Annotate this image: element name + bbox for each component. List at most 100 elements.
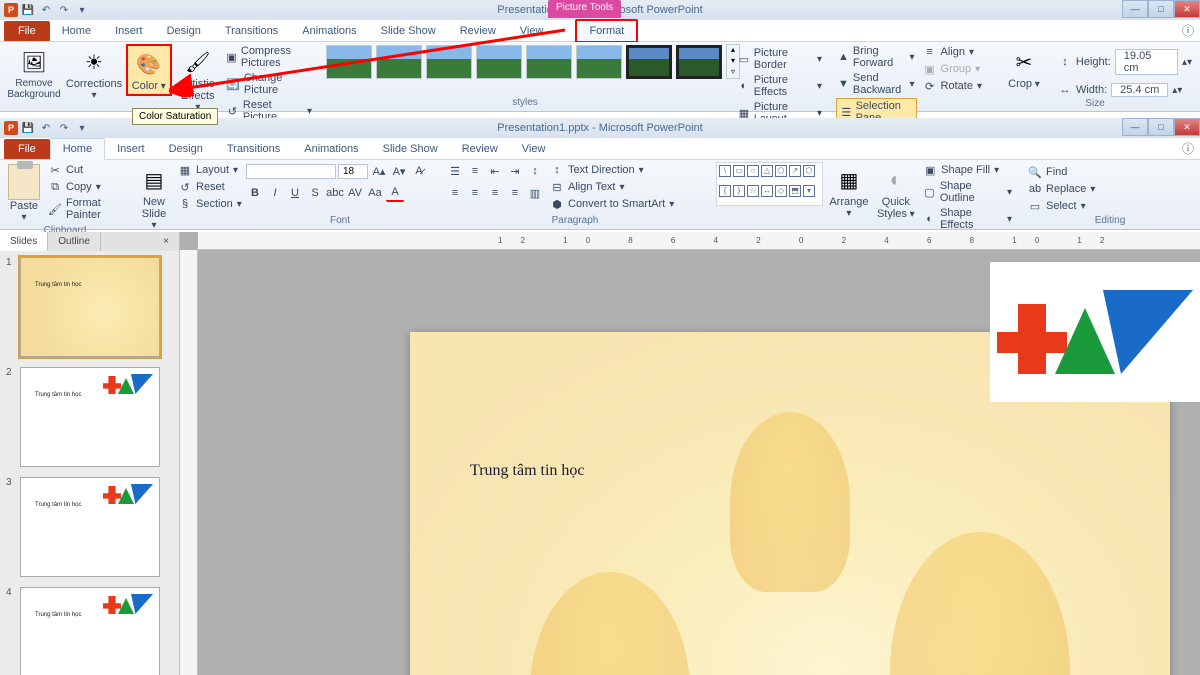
- slide-thumb-4[interactable]: Trung tâm tin học: [20, 587, 160, 675]
- find-button[interactable]: 🔍Find: [1026, 164, 1194, 180]
- copy-button[interactable]: ⧉Copy ▾: [46, 179, 124, 195]
- qat-more-icon[interactable]: ▾: [74, 2, 90, 18]
- undo-icon[interactable]: ↶: [38, 120, 54, 136]
- italic-button[interactable]: I: [266, 184, 284, 202]
- align-left-button[interactable]: ≡: [446, 184, 464, 202]
- minimize-button[interactable]: —: [1122, 118, 1148, 136]
- shape-outline-button[interactable]: ▢Shape Outline ▾: [921, 179, 1014, 205]
- save-icon[interactable]: 💾: [20, 2, 36, 18]
- numbering-button[interactable]: ≡: [466, 162, 484, 180]
- bullets-button[interactable]: ☰: [446, 162, 464, 180]
- font-color-button[interactable]: A: [386, 184, 404, 202]
- shadow-button[interactable]: abc: [326, 184, 344, 202]
- maximize-button[interactable]: □: [1148, 0, 1174, 18]
- height-input[interactable]: ↕Height: 19.05 cm ▴▾: [1056, 48, 1194, 76]
- indent-inc-button[interactable]: ⇥: [506, 162, 524, 180]
- columns-button[interactable]: ▥: [526, 184, 544, 202]
- tab-insert[interactable]: Insert: [103, 21, 155, 41]
- tab-transitions[interactable]: Transitions: [215, 139, 292, 159]
- tab-view[interactable]: View: [510, 139, 558, 159]
- slide-thumb-2[interactable]: Trung tâm tin học: [20, 367, 160, 467]
- save-icon[interactable]: 💾: [20, 120, 36, 136]
- help-icon[interactable]: ⓘ: [1182, 140, 1194, 157]
- send-backward-button[interactable]: ▼Send Backward ▾: [836, 71, 917, 97]
- help-icon[interactable]: ⓘ: [1182, 22, 1194, 39]
- tab-review[interactable]: Review: [450, 139, 510, 159]
- slide-thumb-1[interactable]: Trung tâm tin học: [20, 257, 160, 357]
- remove-bg-icon: 🖼: [18, 46, 50, 78]
- corrections-button[interactable]: ☀ Corrections ▾: [66, 44, 122, 103]
- layout-button[interactable]: ▦Layout ▾: [176, 162, 244, 178]
- justify-button[interactable]: ≡: [506, 184, 524, 202]
- shrink-font-button[interactable]: A▾: [390, 162, 408, 180]
- bring-forward-button[interactable]: ▲Bring Forward ▾: [836, 44, 917, 70]
- underline-button[interactable]: U: [286, 184, 304, 202]
- close-button[interactable]: ✕: [1174, 118, 1200, 136]
- replace-button[interactable]: abReplace ▾: [1026, 181, 1194, 197]
- maximize-button[interactable]: □: [1148, 118, 1174, 136]
- slide-text[interactable]: Trung tâm tin học: [470, 462, 585, 480]
- select-button[interactable]: ▭Select ▾: [1026, 198, 1194, 214]
- shape-fill-button[interactable]: ▣Shape Fill ▾: [921, 162, 1014, 178]
- crop-button[interactable]: ✂ Crop ▾: [996, 44, 1052, 92]
- tab-home[interactable]: Home: [50, 21, 103, 41]
- shapes-gallery[interactable]: \▭○△⬠↗⬡ {}☆↔◇⬒▾: [716, 162, 823, 206]
- panel-tab-slides[interactable]: Slides: [0, 232, 48, 251]
- tab-file[interactable]: File: [4, 21, 50, 41]
- paste-button[interactable]: Paste ▾: [6, 162, 42, 225]
- char-spacing-button[interactable]: AV: [346, 184, 364, 202]
- grow-font-button[interactable]: A▴: [370, 162, 388, 180]
- new-slide-button[interactable]: ▤ New Slide ▾: [136, 162, 172, 233]
- tab-animations[interactable]: Animations: [292, 139, 370, 159]
- picture-border-button[interactable]: ▭Picture Border ▾: [736, 46, 824, 72]
- indent-dec-button[interactable]: ⇤: [486, 162, 504, 180]
- bold-button[interactable]: B: [246, 184, 264, 202]
- rotate-button[interactable]: ⟳Rotate ▾: [921, 78, 984, 94]
- slide-thumb-3[interactable]: Trung tâm tin học: [20, 477, 160, 577]
- minimize-button[interactable]: —: [1122, 0, 1148, 18]
- logo-overlay: [990, 262, 1200, 402]
- style-thumb[interactable]: [676, 45, 722, 79]
- strike-button[interactable]: S: [306, 184, 324, 202]
- shape-effects-button[interactable]: ◐Shape Effects ▾: [921, 206, 1014, 232]
- style-thumb[interactable]: [626, 45, 672, 79]
- close-button[interactable]: ✕: [1174, 0, 1200, 18]
- smartart-icon: ⬢: [550, 197, 564, 211]
- change-case-button[interactable]: Aa: [366, 184, 384, 202]
- reset-button[interactable]: ↺Reset: [176, 179, 244, 195]
- arrange-button[interactable]: ▦Arrange ▾: [827, 162, 870, 221]
- font-family-select[interactable]: [246, 164, 336, 179]
- clear-format-button[interactable]: A̷: [410, 162, 428, 180]
- quick-styles-button[interactable]: ◐Quick Styles ▾: [874, 162, 917, 222]
- line-spacing-button[interactable]: ↕: [526, 162, 544, 180]
- tab-slideshow[interactable]: Slide Show: [371, 139, 450, 159]
- format-painter-button[interactable]: 🖌Format Painter: [46, 196, 124, 222]
- text-direction-button[interactable]: ↕Text Direction ▾: [548, 162, 676, 178]
- picture-effects-button[interactable]: ◐Picture Effects ▾: [736, 73, 824, 99]
- cut-button[interactable]: ✂Cut: [46, 162, 124, 178]
- undo-icon[interactable]: ↶: [38, 2, 54, 18]
- reset-icon: ↺: [178, 180, 192, 194]
- find-icon: 🔍: [1028, 165, 1042, 179]
- align-button[interactable]: ≡Align ▾: [921, 44, 984, 60]
- panel-close-icon[interactable]: ×: [153, 232, 179, 251]
- align-text-button[interactable]: ⊟Align Text ▾: [548, 179, 676, 195]
- smartart-button[interactable]: ⬢Convert to SmartArt ▾: [548, 196, 676, 212]
- tab-file[interactable]: File: [4, 139, 50, 159]
- tab-insert[interactable]: Insert: [105, 139, 157, 159]
- redo-icon[interactable]: ↷: [56, 120, 72, 136]
- width-input[interactable]: ↔Width: 25.4 cm ▴▾: [1056, 82, 1194, 98]
- fill-icon: ▣: [923, 163, 937, 177]
- section-button[interactable]: §Section ▾: [176, 196, 244, 212]
- tab-design[interactable]: Design: [157, 139, 215, 159]
- font-size-select[interactable]: 18: [338, 164, 368, 179]
- align-center-button[interactable]: ≡: [466, 184, 484, 202]
- panel-tab-outline[interactable]: Outline: [48, 232, 101, 251]
- group-button[interactable]: ▣Group ▾: [921, 61, 984, 77]
- remove-background-button[interactable]: 🖼 Remove Background: [6, 44, 62, 102]
- qat-more-icon[interactable]: ▾: [74, 120, 90, 136]
- border-icon: ▭: [738, 52, 750, 66]
- redo-icon[interactable]: ↷: [56, 2, 72, 18]
- align-right-button[interactable]: ≡: [486, 184, 504, 202]
- tab-home[interactable]: Home: [50, 138, 105, 160]
